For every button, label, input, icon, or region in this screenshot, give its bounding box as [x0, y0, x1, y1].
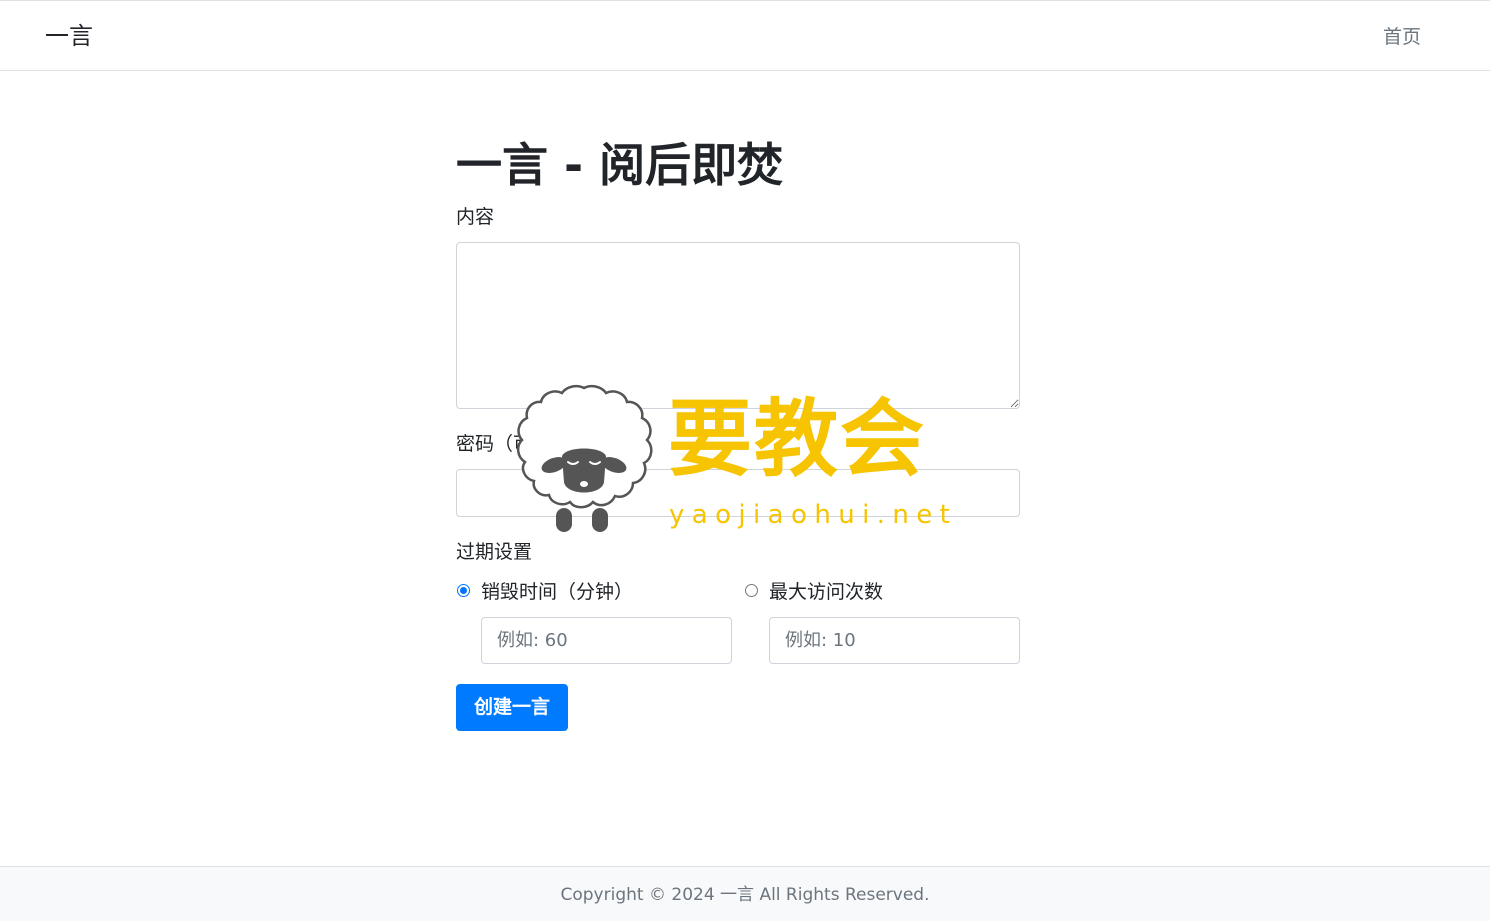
- destroy-time-label[interactable]: 销毁时间（分钟）: [481, 580, 633, 604]
- brand-link[interactable]: 一言: [45, 21, 93, 51]
- watermark-url: yaojiaohui.net: [669, 500, 958, 530]
- radio-max-visits[interactable]: [745, 584, 758, 597]
- watermark-text: 要教会: [668, 389, 927, 488]
- expiry-label: 过期设置: [456, 541, 533, 563]
- nav-home-link[interactable]: 首页: [1383, 25, 1421, 49]
- content-label: 内容: [456, 206, 495, 228]
- footer-copyright: Copyright © 2024 一言 All Rights Reserved.: [560, 885, 930, 905]
- create-button[interactable]: 创建一言: [456, 684, 568, 731]
- sheep-logo-icon: [516, 384, 653, 532]
- max-visits-label[interactable]: 最大访问次数: [769, 580, 883, 604]
- destroy-time-input[interactable]: [481, 617, 732, 664]
- top-navbar: 一言 首页: [0, 0, 1490, 71]
- footer: Copyright © 2024 一言 All Rights Reserved.: [0, 866, 1490, 921]
- max-visits-input[interactable]: [769, 617, 1020, 664]
- page-title: 一言 - 阅后即焚: [456, 138, 784, 192]
- radio-destroy-time[interactable]: [457, 584, 470, 597]
- watermark: 要教会 yaojiaohui.net: [514, 384, 964, 539]
